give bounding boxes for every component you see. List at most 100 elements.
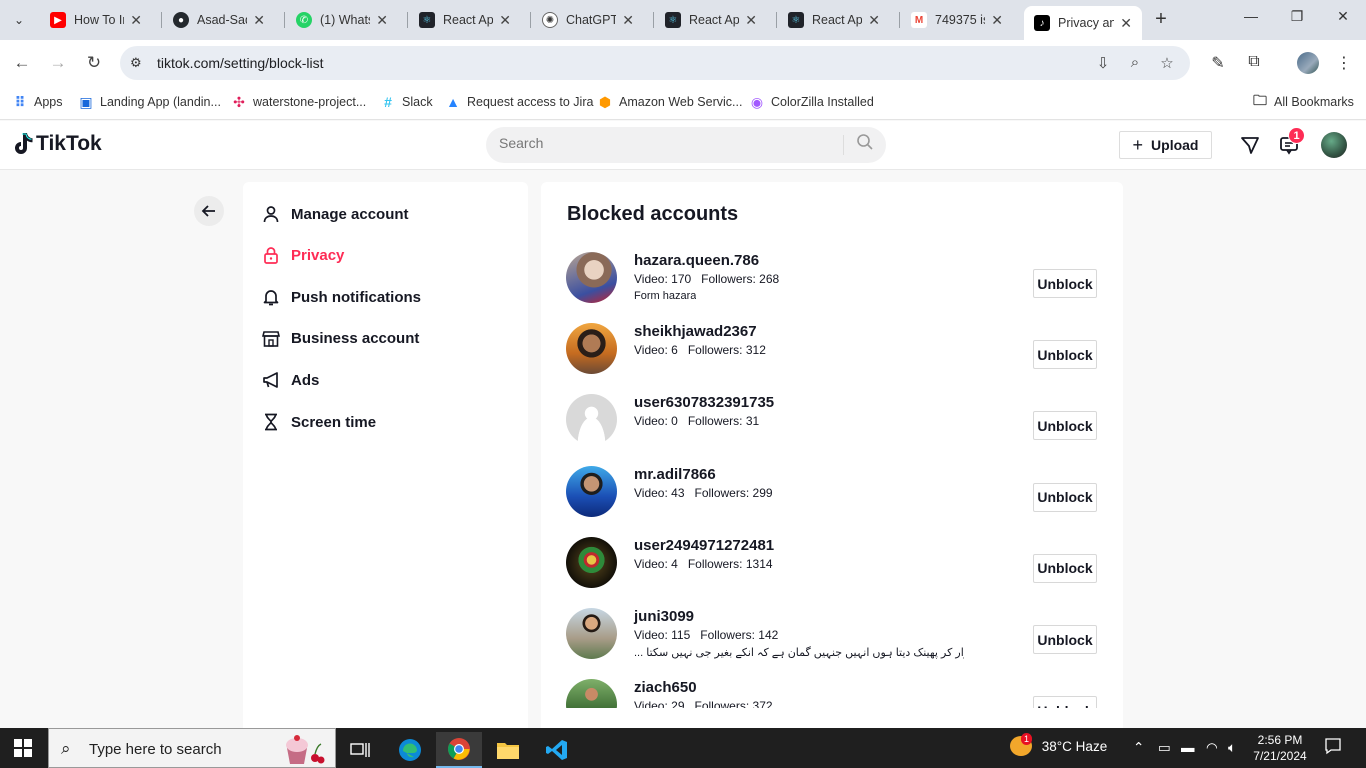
url-text[interactable]: tiktok.com/setting/block-list [157, 55, 324, 71]
bookmark-favicon-icon: ⬢ [598, 93, 612, 110]
close-window-icon[interactable]: ✕ [1332, 8, 1354, 25]
back-icon[interactable]: ← [10, 51, 34, 75]
taskbar-search[interactable]: ⌕ Type here to search [48, 728, 336, 768]
account-username[interactable]: user6307832391735 [634, 394, 774, 411]
close-tab-icon[interactable]: ✕ [745, 12, 757, 29]
unblock-button[interactable]: Unblock [1033, 269, 1097, 298]
sidebar-item-ads[interactable]: Ads [261, 368, 319, 392]
unblock-button[interactable]: Unblock [1033, 696, 1097, 708]
bookmark-star-icon[interactable]: ☆ [1158, 54, 1176, 72]
browser-tab[interactable]: ♪ Privacy an ✕ [1024, 6, 1142, 40]
account-username[interactable]: juni3099 [634, 608, 694, 625]
search-icon[interactable] [854, 133, 876, 157]
avatar[interactable] [566, 394, 617, 446]
profile-avatar[interactable] [1297, 52, 1319, 74]
edge-icon[interactable] [387, 732, 433, 768]
reload-icon[interactable]: ↻ [82, 51, 106, 75]
eyedropper-icon[interactable]: ✎ [1208, 53, 1228, 73]
unblock-button[interactable]: Unblock [1033, 411, 1097, 441]
blocked-account-row: sheikhjawad2367 Video: 6 Followers: 312 Unb… [541, 323, 1123, 394]
browser-tab[interactable]: ● Asad-Sad ✕ [163, 6, 275, 34]
unblock-button[interactable]: Unblock [1033, 625, 1097, 654]
extensions-icon[interactable]: ⧉ [1244, 53, 1264, 71]
all-bookmarks[interactable]: 🗀 All Bookmarks [1252, 92, 1354, 111]
battery-icon[interactable]: ▬ [1181, 740, 1195, 755]
browser-tab[interactable]: M 749375 is ✕ [901, 6, 1013, 34]
sidebar-item-manage-account[interactable]: Manage account [261, 202, 409, 226]
task-view-icon[interactable] [337, 732, 383, 768]
browser-tab[interactable]: ⚛ React App ✕ [655, 6, 767, 34]
chrome-icon[interactable] [436, 732, 482, 768]
sidebar-item-business-account[interactable]: Business account [261, 326, 419, 350]
clock-time: 2:56 PM [1257, 733, 1303, 747]
close-tab-icon[interactable]: ✕ [622, 12, 634, 29]
bookmark-item[interactable]: ▲ Request access to Jira [445, 93, 593, 111]
browser-tab[interactable]: ⚛ React App ✕ [409, 6, 521, 34]
avatar[interactable] [566, 252, 617, 303]
tiktok-logo[interactable]: TikTok [12, 132, 102, 156]
forward-icon[interactable]: → [46, 51, 70, 75]
tab-search-dropdown[interactable]: ⌄ [6, 8, 32, 32]
bookmark-item[interactable]: # Slack [380, 93, 432, 111]
new-tab-button[interactable]: + [1150, 8, 1172, 31]
tiktok-search[interactable] [486, 127, 886, 163]
vscode-icon[interactable] [534, 732, 580, 768]
react-icon: ⚛ [788, 12, 804, 28]
sidebar-item-privacy[interactable]: Privacy [261, 243, 344, 267]
bookmark-item[interactable]: ⬢ Amazon Web Servic... [597, 93, 743, 111]
meet-now-icon[interactable]: ▭ [1158, 740, 1171, 756]
upload-button[interactable]: + Upload [1119, 131, 1212, 159]
chevron-up-icon[interactable]: ⌃ [1133, 740, 1144, 756]
site-info-icon[interactable]: ⚙ [130, 55, 142, 71]
search-icon: ⌕ [61, 739, 71, 758]
browser-tab[interactable]: ▶ How To In ✕ [40, 6, 152, 34]
account-username[interactable]: ziach650 [634, 679, 697, 696]
unblock-button[interactable]: Unblock [1033, 553, 1097, 583]
windows-start-icon[interactable] [14, 739, 32, 757]
user-avatar[interactable] [1321, 132, 1347, 158]
close-tab-icon[interactable]: ✕ [499, 12, 511, 29]
account-bio: ... سر سے وار کر پھینک دیتا ہوں انہیں جن… [634, 647, 964, 659]
minimize-icon[interactable]: — [1240, 8, 1262, 24]
send-icon[interactable] [1238, 133, 1262, 157]
install-app-icon[interactable]: ⇩ [1094, 54, 1112, 72]
weather-widget[interactable]: 1 38°C Haze [1010, 733, 1107, 756]
browser-tab[interactable]: ✺ ChatGPT ✕ [532, 6, 644, 34]
system-clock[interactable]: 2:56 PM 7/21/2024 [1250, 732, 1310, 764]
bookmark-item[interactable]: ▣ Landing App (landin... [78, 93, 221, 111]
account-username[interactable]: mr.adil7866 [634, 466, 716, 483]
browser-tab[interactable]: ⚛ React App ✕ [778, 6, 890, 34]
bookmark-item[interactable]: ◉ ColorZilla Installed [749, 93, 874, 111]
avatar[interactable] [566, 536, 617, 588]
wifi-icon[interactable]: ◠ [1206, 740, 1218, 756]
avatar[interactable] [566, 465, 617, 517]
sidebar-item-push-notifications[interactable]: Push notifications [261, 285, 421, 309]
close-tab-icon[interactable]: ✕ [253, 12, 265, 29]
close-tab-icon[interactable]: ✕ [1120, 15, 1132, 32]
zoom-icon[interactable]: ⌕ [1126, 54, 1144, 71]
back-arrow-button[interactable] [194, 196, 224, 226]
browser-tab[interactable]: ✆ (1) Whats ✕ [286, 6, 398, 34]
file-explorer-icon[interactable] [485, 732, 531, 768]
avatar[interactable] [566, 679, 617, 708]
close-tab-icon[interactable]: ✕ [376, 12, 388, 29]
account-username[interactable]: hazara.queen.786 [634, 252, 759, 269]
bookmark-item[interactable]: ✣ waterstone-project... [231, 93, 366, 111]
unblock-button[interactable]: Unblock [1033, 482, 1097, 512]
search-input[interactable] [499, 135, 819, 151]
sidebar-item-screen-time[interactable]: Screen time [261, 410, 376, 434]
account-username[interactable]: user2494971272481 [634, 537, 774, 554]
close-tab-icon[interactable]: ✕ [130, 12, 142, 29]
address-bar[interactable]: ⚙ tiktok.com/setting/block-list ⇩ ⌕ ☆ [120, 46, 1190, 80]
notification-icon[interactable] [1324, 737, 1342, 758]
avatar[interactable] [566, 323, 617, 375]
bookmark-item[interactable]: ⠿ Apps [12, 93, 63, 111]
close-tab-icon[interactable]: ✕ [991, 12, 1003, 29]
unblock-button[interactable]: Unblock [1033, 340, 1097, 370]
menu-icon[interactable]: ⋮ [1334, 53, 1354, 73]
account-username[interactable]: sheikhjawad2367 [634, 323, 757, 340]
close-tab-icon[interactable]: ✕ [868, 12, 880, 29]
avatar[interactable] [566, 608, 617, 659]
restore-icon[interactable]: ❐ [1286, 8, 1308, 25]
volume-icon[interactable]: 🔈︎ [1228, 740, 1236, 756]
